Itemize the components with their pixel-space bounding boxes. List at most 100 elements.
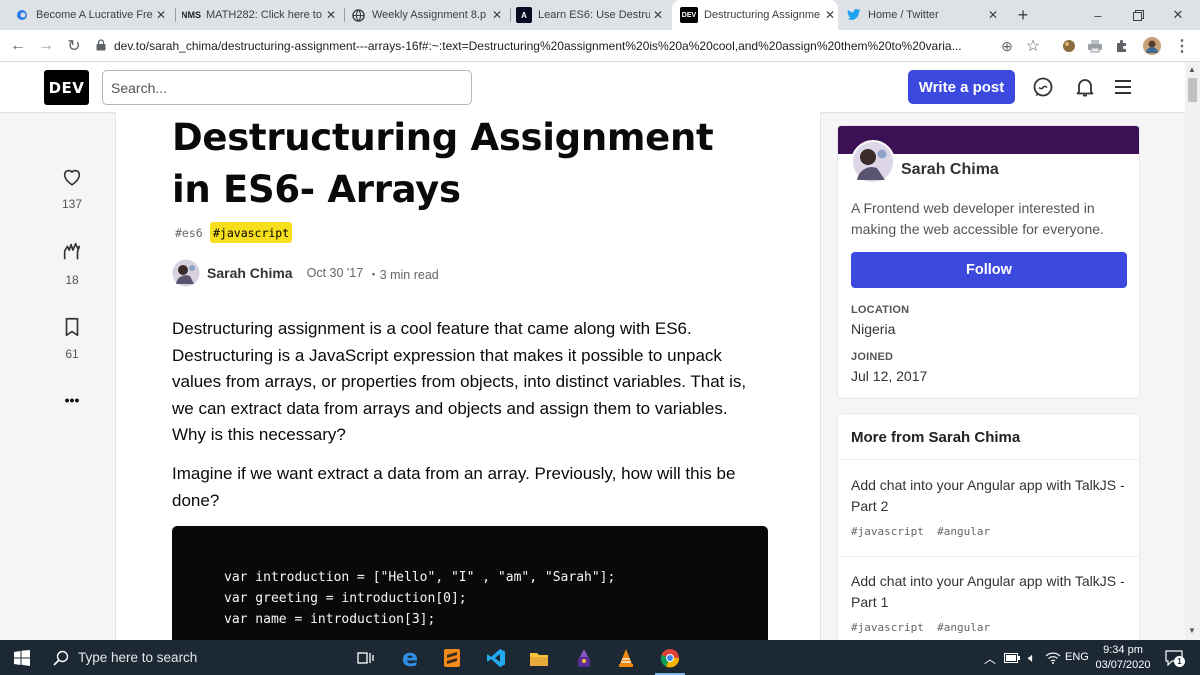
tag[interactable]: #angular (937, 621, 990, 634)
divider (838, 556, 1139, 557)
code-line: var introduction = ["Hello", "I" , "am",… (224, 570, 616, 585)
tag[interactable]: #javascript (851, 525, 924, 538)
clock-date: 03/07/2020 (1095, 659, 1151, 671)
reload-icon[interactable]: ↻ (62, 34, 86, 58)
tab-separator (175, 8, 176, 22)
profile-bio: A Frontend web developer interested in m… (851, 198, 1104, 240)
puzzle-icon[interactable] (1110, 34, 1134, 58)
site-header: DEV Write a post (0, 62, 1185, 112)
bio-line: A Frontend web developer interested in (851, 200, 1095, 216)
vlc-icon[interactable] (614, 646, 638, 670)
browser-tab[interactable]: NMS MATH282: Click here to ✕ (182, 0, 339, 30)
unicorn-reaction[interactable]: 18 (52, 240, 92, 287)
tag[interactable]: #angular (937, 525, 990, 538)
browser-tab[interactable]: Become A Lucrative Fre ✕ (14, 0, 169, 30)
wifi-icon[interactable] (1041, 646, 1065, 670)
joined-value: Jul 12, 2017 (851, 368, 928, 384)
browser-tab[interactable]: Weekly Assignment 8.p ✕ (350, 0, 505, 30)
joined-label: JOINED (851, 351, 894, 363)
language-indicator[interactable]: ENG (1065, 651, 1089, 663)
tag-es6[interactable]: #es6 (172, 222, 206, 243)
file-explorer-icon[interactable] (527, 646, 551, 670)
more-from-card: More from Sarah Chima Add chat into your… (837, 413, 1140, 653)
back-icon[interactable]: ← (6, 34, 30, 58)
close-window-icon[interactable]: ✕ (1156, 0, 1200, 30)
more-from-item[interactable]: Add chat into your Angular app with Talk… (851, 571, 1136, 638)
address-bar[interactable]: dev.to/sarah_chima/destructuring-assignm… (96, 33, 996, 59)
chrome-icon[interactable] (658, 646, 682, 670)
author-name[interactable]: Sarah Chima (207, 265, 293, 281)
read-time: ・3 min read (367, 267, 439, 282)
item-title-line: Add chat into your Angular app with Talk… (851, 573, 1125, 589)
more-from-heading: More from Sarah Chima (851, 429, 1021, 446)
scroll-up-arrow-icon[interactable]: ▲ (1188, 65, 1196, 74)
browser-tab[interactable]: A Learn ES6: Use Destruct ✕ (516, 0, 666, 30)
new-tab-button[interactable]: + (1001, 0, 1045, 30)
follow-button[interactable]: Follow (851, 252, 1127, 288)
scroll-down-arrow-icon[interactable]: ▼ (1188, 626, 1196, 635)
tag-javascript[interactable]: #javascript (210, 222, 293, 243)
tab-title: Learn ES6: Use Destruct (538, 9, 650, 21)
more-from-item[interactable]: Add chat into your Angular app with Talk… (851, 475, 1136, 542)
task-view-icon[interactable] (354, 646, 378, 670)
edge-icon[interactable]: e (398, 644, 422, 672)
close-tab-icon[interactable]: ✕ (489, 8, 505, 22)
search-input[interactable] (102, 70, 472, 105)
a-logo-icon: A (516, 7, 532, 23)
star-icon[interactable]: ☆ (1021, 34, 1045, 58)
close-tab-icon[interactable]: ✕ (323, 8, 339, 22)
dev-logo[interactable]: DEV (44, 70, 89, 105)
taskbar-search-placeholder: Type here to search (78, 650, 198, 665)
minimize-icon[interactable]: – (1076, 0, 1120, 30)
scrollbar-thumb[interactable] (1188, 78, 1197, 102)
windows-taskbar: Type here to search e ︿ 🔈︎ ENG 9:34 pm 0… (0, 640, 1200, 675)
item-title-line: Part 1 (851, 594, 889, 610)
extension-icon[interactable] (1057, 34, 1081, 58)
paragraph: Imagine if we want extract a data from a… (172, 461, 772, 514)
browser-tab[interactable]: Home / Twitter ✕ (846, 0, 1001, 30)
tab-strip: Become A Lucrative Fre ✕ NMS MATH282: Cl… (0, 0, 1200, 30)
close-tab-icon[interactable]: ✕ (153, 8, 169, 22)
close-tab-icon[interactable]: ✕ (985, 8, 1001, 22)
wizard-app-icon[interactable] (572, 646, 596, 670)
article-title-line: Destructuring Assignment (172, 116, 714, 159)
sublime-icon[interactable] (440, 646, 464, 670)
bell-icon[interactable] (1074, 76, 1096, 98)
tab-title: Become A Lucrative Fre (36, 9, 153, 21)
profile-name[interactable]: Sarah Chima (901, 161, 999, 179)
item-tags: #javascript #angular (851, 617, 1136, 638)
notification-icon[interactable]: 1 (1162, 646, 1186, 670)
article-card: Destructuring Assignment in ES6- Arrays … (115, 112, 821, 640)
close-tab-icon[interactable]: ✕ (822, 8, 838, 22)
add-icon[interactable]: ⊕ (995, 34, 1019, 58)
forward-icon[interactable]: → (34, 34, 58, 58)
like-count: 137 (61, 197, 83, 211)
clock[interactable]: 9:34 pm 03/07/2020 (1092, 643, 1154, 673)
menu-kebab-icon[interactable]: ⋮ (1170, 34, 1194, 58)
code-line: var greeting = introduction[0]; (224, 591, 467, 606)
browser-tab-active[interactable]: DEV Destructuring Assignme ✕ (672, 0, 838, 30)
tab-title: Home / Twitter (868, 9, 939, 21)
bookmark-reaction[interactable]: 61 (52, 316, 92, 361)
avatar[interactable] (851, 140, 895, 184)
vscode-icon[interactable] (484, 646, 508, 670)
restore-icon[interactable] (1116, 0, 1160, 30)
windows-start-icon[interactable] (10, 646, 34, 670)
location-label: LOCATION (851, 304, 910, 316)
like-reaction[interactable]: 137 (52, 166, 92, 211)
chat-icon[interactable] (1032, 76, 1054, 98)
taskbar-search[interactable]: Type here to search (40, 640, 342, 675)
avatar[interactable] (172, 259, 200, 287)
avatar[interactable] (1140, 34, 1164, 58)
hamburger-menu-icon[interactable] (1112, 76, 1134, 98)
printer-icon[interactable] (1083, 34, 1107, 58)
page-scrollbar[interactable]: ▲ ▼ (1185, 62, 1200, 640)
paragraph-line: values from arrays, or properties from o… (172, 372, 747, 391)
item-tags: #javascript #angular (851, 521, 1136, 542)
close-tab-icon[interactable]: ✕ (650, 8, 666, 22)
tag[interactable]: #javascript (851, 621, 924, 634)
write-post-button[interactable]: Write a post (908, 70, 1015, 104)
paragraph: Destructuring assignment is a cool featu… (172, 316, 772, 449)
more-options-icon[interactable]: ••• (52, 392, 92, 408)
chevron-up-icon[interactable]: ︿ (978, 646, 1002, 670)
